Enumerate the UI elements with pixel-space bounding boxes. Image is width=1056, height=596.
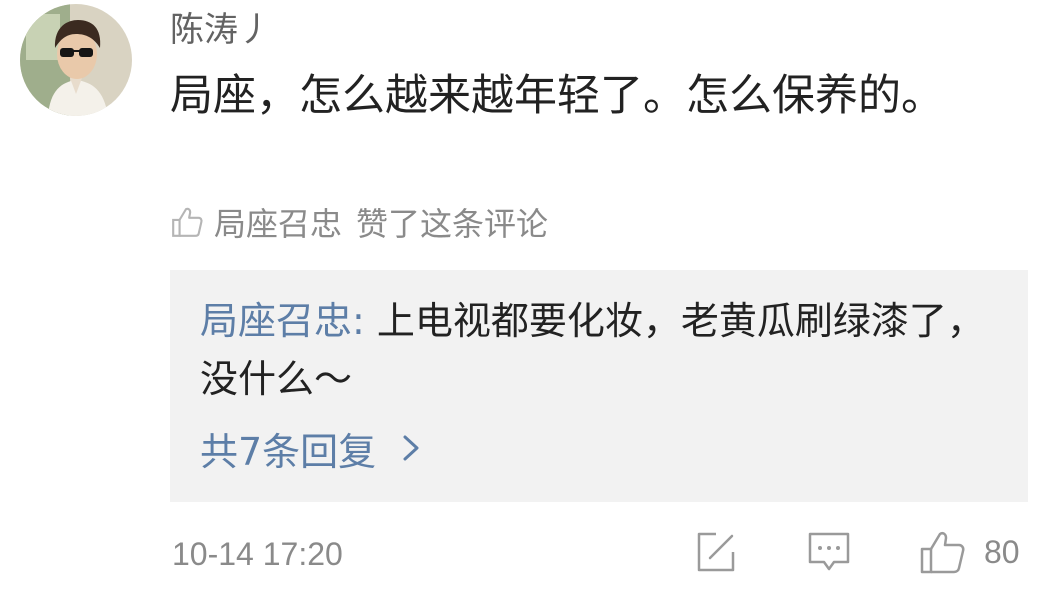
- liker-name[interactable]: 局座召忠: [214, 199, 342, 245]
- comment-button[interactable]: [806, 528, 852, 576]
- view-replies-label: 共7条回复: [200, 429, 377, 474]
- comment-bubble-icon: [808, 532, 850, 571]
- comment-text: 局座，怎么越来越年轻了。怎么保养的。: [170, 71, 944, 121]
- like-count: 80: [984, 533, 1020, 570]
- thumbs-up-outline-icon: [172, 207, 203, 237]
- view-replies-link[interactable]: 共7条回复: [200, 420, 424, 476]
- avatar[interactable]: [20, 4, 132, 116]
- edit-share-icon: [697, 532, 735, 572]
- reply-box[interactable]: 局座召忠: 上电视都要化妆，老黄瓜刷绿漆了，没什么～ 共7条回复: [170, 270, 1028, 502]
- timestamp: 10-14 17:20: [172, 536, 343, 572]
- reply-author[interactable]: 局座召忠:: [200, 299, 365, 343]
- reply-content: 局座召忠: 上电视都要化妆，老黄瓜刷绿漆了，没什么～: [200, 292, 1000, 408]
- comment-author[interactable]: 陈涛丿: [170, 8, 272, 52]
- chevron-right-icon: [403, 435, 419, 461]
- liked-suffix: 赞了这条评论: [356, 205, 549, 243]
- repost-button[interactable]: [694, 528, 738, 576]
- like-button[interactable]: 80: [918, 528, 1020, 576]
- liked-by-row: 局座召忠 赞了这条评论: [170, 200, 548, 244]
- thumbs-up-icon: [920, 531, 965, 574]
